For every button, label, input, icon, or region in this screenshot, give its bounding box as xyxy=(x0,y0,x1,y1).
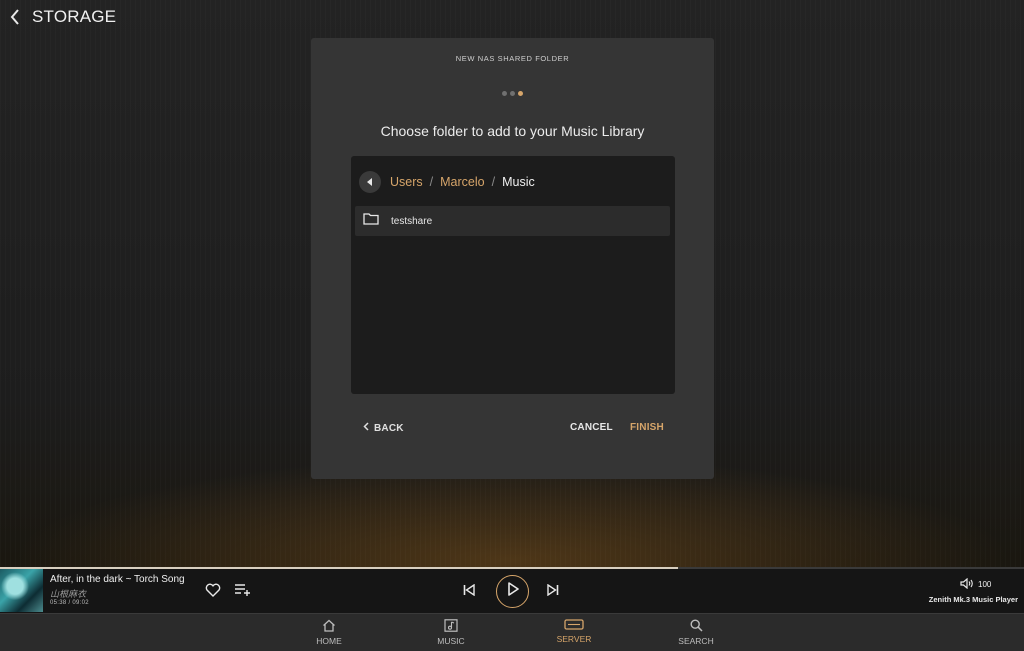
step-dot xyxy=(502,91,507,96)
track-artist: 山根麻衣 xyxy=(50,589,87,599)
top-bar: STORAGE xyxy=(10,7,116,27)
server-icon xyxy=(564,619,584,632)
track-time: 05:38 / 09:02 xyxy=(50,600,89,606)
volume-level: 100 xyxy=(978,580,992,589)
add-to-queue-icon[interactable] xyxy=(234,583,252,597)
track-title: After, in the dark ~ Torch Song xyxy=(50,574,185,585)
play-icon xyxy=(507,582,519,601)
back-button[interactable]: BACK xyxy=(363,422,404,434)
folder-name: testshare xyxy=(391,215,433,227)
back-label: BACK xyxy=(374,422,404,434)
breadcrumb-users[interactable]: Users xyxy=(390,175,423,189)
step-indicator xyxy=(311,91,714,96)
nav-server-label: SERVER xyxy=(556,634,592,644)
device-name[interactable]: Zenith Mk.3 Music Player xyxy=(929,595,1018,604)
folder-icon xyxy=(363,212,379,230)
nav-server[interactable]: SERVER xyxy=(534,619,614,644)
nav-music-label: MUSIC xyxy=(437,636,465,646)
nav-home[interactable]: HOME xyxy=(289,619,369,646)
chevron-left-icon[interactable] xyxy=(10,7,22,27)
skip-previous-icon[interactable] xyxy=(463,584,475,596)
folder-browser: Users / Marcelo / Music testshare xyxy=(351,156,675,394)
cancel-button[interactable]: CANCEL xyxy=(570,422,613,433)
home-icon xyxy=(322,619,336,634)
nav-music[interactable]: MUSIC xyxy=(411,619,491,646)
dialog-caption: NEW NAS SHARED FOLDER xyxy=(455,54,570,63)
folder-item-testshare[interactable]: testshare xyxy=(355,206,670,236)
player-bar: After, in the dark ~ Torch Song 山根麻衣 05:… xyxy=(0,567,1024,613)
volume-icon xyxy=(960,577,974,591)
new-nas-folder-dialog: NEW NAS SHARED FOLDER Choose folder to a… xyxy=(311,38,714,479)
page-title: STORAGE xyxy=(32,7,117,26)
chevron-left-icon xyxy=(363,422,369,434)
step-dot-active xyxy=(518,91,523,96)
finish-button[interactable]: FINISH xyxy=(630,422,664,433)
play-button[interactable] xyxy=(496,575,529,608)
progress-track[interactable] xyxy=(0,567,1024,569)
breadcrumb-music: Music xyxy=(502,175,535,189)
circle-back-icon[interactable] xyxy=(359,171,381,193)
nav-home-label: HOME xyxy=(316,636,342,646)
step-dot xyxy=(510,91,515,96)
volume-control[interactable]: 100 xyxy=(960,577,992,591)
breadcrumb-separator: / xyxy=(491,175,496,189)
search-icon xyxy=(689,619,703,634)
skip-next-icon[interactable] xyxy=(547,584,559,596)
nav-search[interactable]: SEARCH xyxy=(656,619,736,646)
breadcrumb: Users / Marcelo / Music xyxy=(359,171,535,193)
breadcrumb-marcelo[interactable]: Marcelo xyxy=(440,175,484,189)
heart-icon[interactable] xyxy=(205,583,221,597)
dialog-heading: Choose folder to add to your Music Libra… xyxy=(380,123,645,139)
album-cover[interactable] xyxy=(0,569,43,612)
music-icon xyxy=(444,619,458,634)
breadcrumb-separator: / xyxy=(429,175,434,189)
progress-fill xyxy=(0,567,678,569)
nav-search-label: SEARCH xyxy=(678,636,714,646)
bottom-navigation: HOME MUSIC SERVER SEARCH xyxy=(0,613,1024,651)
